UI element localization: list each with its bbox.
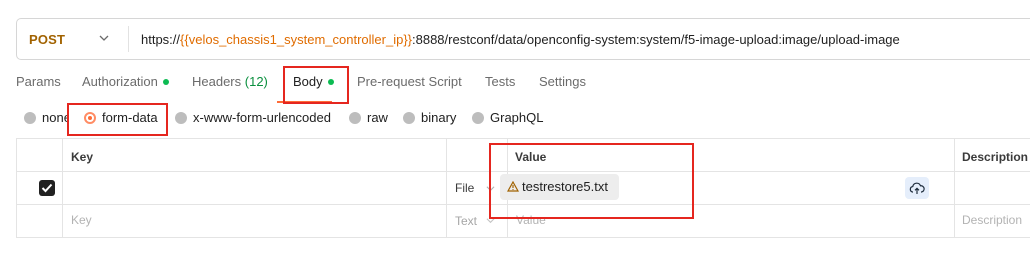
warning-icon [507, 181, 519, 192]
tab-body[interactable]: Body [293, 74, 334, 89]
tab-count: (12) [244, 74, 268, 89]
divider [62, 138, 63, 237]
url-variable: {{velos_chassis1_system_controller_ip}} [180, 32, 412, 47]
radio-raw[interactable]: raw [349, 110, 388, 126]
status-dot [327, 78, 334, 85]
radio-label: x-www-form-urlencoded [193, 110, 331, 125]
divider [446, 138, 447, 237]
row-enabled-checkbox[interactable] [39, 180, 55, 196]
radio-x-www-form-urlencoded[interactable]: x-www-form-urlencoded [175, 110, 331, 126]
status-dot [162, 78, 169, 85]
chevron-down-icon[interactable] [99, 33, 109, 43]
url-input[interactable]: https://{{velos_chassis1_system_controll… [141, 32, 900, 47]
tab-tests[interactable]: Tests [485, 74, 515, 89]
new-description-input[interactable]: Description [962, 213, 1022, 227]
radio-icon [24, 111, 36, 124]
radio-icon [175, 111, 187, 124]
tab-label: Body [293, 74, 323, 89]
divider [16, 138, 17, 237]
url-prefix: https:// [141, 32, 181, 47]
radio-label: form-data [102, 110, 158, 125]
new-key-type-select[interactable]: Text [455, 214, 477, 228]
radio-icon [472, 111, 484, 124]
checkmark-icon [41, 183, 53, 193]
radio-label: binary [421, 110, 457, 125]
request-bar: POST https://{{velos_chassis1_system_con… [16, 18, 1030, 60]
method-select[interactable]: POST [29, 32, 65, 47]
radio-binary[interactable]: binary [403, 110, 456, 126]
chevron-down-icon[interactable] [486, 184, 495, 193]
cloud-upload-icon [909, 182, 925, 194]
radio-label: none [42, 110, 68, 125]
divider [128, 26, 129, 52]
tab-label: Authorization [82, 74, 158, 89]
upload-file-button[interactable] [905, 177, 929, 199]
tab-params[interactable]: Params [16, 74, 61, 89]
radio-graphql[interactable]: GraphQL [472, 110, 543, 126]
radio-icon [349, 111, 361, 124]
radio-selected-icon [84, 111, 96, 124]
radio-label: GraphQL [490, 110, 544, 125]
tab-label: Headers [192, 74, 242, 89]
table-header-row: Key Value Description [16, 139, 1030, 172]
tab-pre-request-script[interactable]: Pre-request Script [357, 74, 462, 89]
form-data-table: Key Value Description [16, 138, 1030, 238]
new-key-input[interactable]: Key [71, 213, 92, 227]
radio-icon [403, 111, 415, 124]
new-value-input[interactable]: Value [516, 213, 546, 227]
tab-authorization[interactable]: Authorization [82, 74, 169, 89]
divider [954, 138, 955, 237]
url-suffix: :8888/restconf/data/openconfig-system:sy… [412, 32, 900, 47]
value-file-chip[interactable]: testrestore5.txt [500, 174, 619, 200]
tab-settings[interactable]: Settings [539, 74, 586, 89]
active-tab-indicator [277, 101, 332, 103]
radio-form-data[interactable]: form-data [84, 110, 158, 126]
key-type-select[interactable]: File [455, 181, 474, 195]
file-name: testrestore5.txt [522, 179, 608, 194]
radio-none[interactable]: none [24, 110, 68, 126]
chevron-down-icon[interactable] [486, 216, 495, 225]
tab-headers[interactable]: Headers (12) [192, 74, 268, 89]
radio-label: raw [367, 110, 388, 125]
